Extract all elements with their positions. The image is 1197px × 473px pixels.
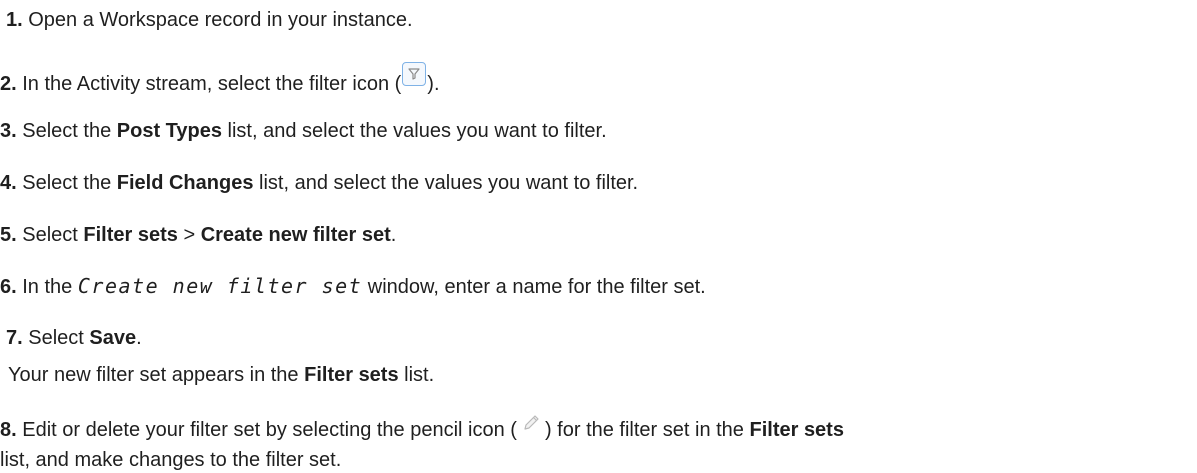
step-text: In the Activity stream, select the filte… — [22, 73, 402, 95]
ui-term: Filter sets — [749, 419, 844, 441]
step-number: 6. — [0, 276, 17, 298]
step-number: 8. — [0, 419, 17, 441]
step-text: In the — [22, 276, 78, 298]
step-text: Select — [28, 327, 90, 349]
step-7-result: Your new filter set appears in the Filte… — [0, 362, 434, 388]
step-number: 7. — [6, 327, 23, 349]
step-text-after: . — [390, 224, 397, 246]
step-4: 4. Select the Field Changes list, and se… — [0, 170, 638, 196]
step-8-continued: list, and make changes to the filter set… — [0, 449, 342, 471]
step-text: Edit or delete your filter set by select… — [22, 419, 517, 441]
window-name: Create new filter set — [77, 274, 363, 298]
step-8: 8. Edit or delete your filter set by sel… — [0, 412, 844, 473]
pencil-icon — [520, 412, 542, 434]
step-5: 5. Select Filter sets > Create new filte… — [0, 222, 396, 248]
result-text: Your new filter set appears in the — [8, 364, 305, 386]
step-number: 4. — [0, 172, 17, 194]
result-text-after: list. — [398, 364, 435, 386]
step-7: 7. Select Save. Your new filter set appe… — [0, 325, 434, 388]
step-text: Select the — [22, 120, 117, 142]
step-text-after: . — [136, 327, 142, 349]
step-text: Open a Workspace record in your instance… — [28, 9, 413, 31]
filter-icon — [402, 62, 427, 86]
step-text: Select — [22, 224, 84, 246]
step-text-after: list, and select the values you want to … — [253, 172, 639, 194]
ui-term-2: Create new filter set — [200, 224, 391, 246]
step-3: 3. Select the Post Types list, and selec… — [0, 118, 607, 144]
separator: > — [177, 224, 201, 246]
step-number: 5. — [0, 224, 17, 246]
ui-term: Field Changes — [116, 172, 254, 194]
step-number: 2. — [0, 73, 17, 95]
step-6: 6. In the Create new filter set window, … — [0, 273, 706, 300]
step-number: 3. — [0, 120, 17, 142]
step-number: 1. — [6, 9, 23, 31]
step-text-after: list, and select the values you want to … — [221, 120, 607, 142]
step-text: Select the — [22, 172, 117, 194]
ui-term: Save — [89, 327, 137, 349]
step-text-after: window, enter a name for the filter set. — [362, 276, 706, 298]
step-1: 1. Open a Workspace record in your insta… — [0, 7, 413, 33]
ui-term: Filter sets — [304, 364, 399, 386]
step-2: 2. In the Activity stream, select the fi… — [0, 62, 440, 97]
step-text-after: ). — [427, 73, 440, 95]
ui-term: Post Types — [116, 120, 222, 142]
procedure-steps: 1. Open a Workspace record in your insta… — [0, 0, 1197, 472]
step-text-mid: ) for the filter set in the — [544, 419, 750, 441]
ui-term: Filter sets — [83, 224, 178, 246]
